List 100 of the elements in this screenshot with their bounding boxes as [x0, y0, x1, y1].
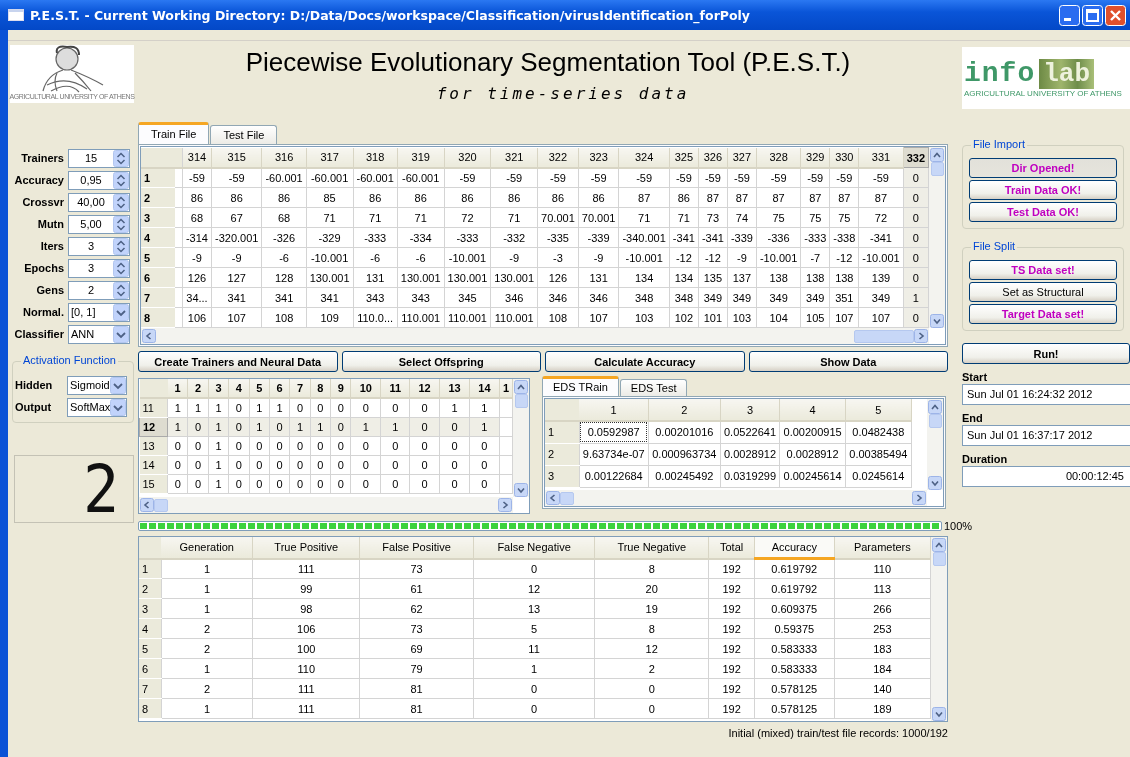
- tab[interactable]: Test File: [210, 125, 278, 144]
- column-header[interactable]: False Positive: [359, 537, 474, 559]
- column-header[interactable]: 317: [306, 147, 353, 168]
- scroll-down-icon[interactable]: [930, 314, 944, 328]
- action-button[interactable]: Train Data OK!: [969, 180, 1117, 200]
- tab[interactable]: Train File: [138, 122, 210, 144]
- column-header[interactable]: 323: [578, 147, 619, 168]
- caret-icon[interactable]: [110, 398, 127, 416]
- scroll-right-icon[interactable]: [498, 498, 512, 512]
- column-header[interactable]: Total: [708, 537, 755, 559]
- row-header[interactable]: 6: [139, 658, 161, 679]
- column-header[interactable]: 322: [537, 147, 579, 168]
- column-header[interactable]: False Negative: [473, 537, 595, 559]
- column-header[interactable]: 321: [490, 147, 538, 168]
- scroll-left-icon[interactable]: [546, 491, 560, 505]
- row-header[interactable]: 4: [139, 618, 161, 639]
- column-header[interactable]: 3: [208, 379, 229, 398]
- column-header[interactable]: Accuracy: [754, 537, 835, 559]
- column-header[interactable]: 7: [289, 379, 311, 398]
- row-header[interactable]: 3: [545, 465, 579, 487]
- column-header[interactable]: 3: [720, 399, 780, 421]
- row-header[interactable]: 1: [139, 558, 161, 579]
- scroll-right-icon[interactable]: [912, 491, 926, 505]
- tab[interactable]: EDS TRain: [542, 376, 619, 396]
- column-header[interactable]: Parameters: [834, 537, 931, 559]
- column-header[interactable]: 320: [444, 147, 491, 168]
- row-header[interactable]: 6: [141, 267, 176, 288]
- column-header[interactable]: 13: [439, 379, 470, 398]
- column-header[interactable]: 326: [698, 147, 728, 168]
- spin-box[interactable]: 5,00: [68, 214, 130, 234]
- row-header[interactable]: 3: [139, 598, 161, 619]
- scroll-thumb[interactable]: [930, 162, 944, 176]
- caret-icon[interactable]: [110, 376, 126, 394]
- scroll-up-icon[interactable]: [932, 538, 946, 552]
- row-header[interactable]: 2: [139, 578, 161, 599]
- row-header[interactable]: 7: [139, 678, 161, 699]
- run-button[interactable]: Run!: [962, 343, 1130, 364]
- column-header[interactable]: 11: [380, 379, 410, 398]
- column-header[interactable]: 10: [350, 379, 381, 398]
- spin-arrows-icon[interactable]: [113, 149, 129, 167]
- action-button[interactable]: Select Offspring: [341, 351, 541, 372]
- column-header[interactable]: 329: [800, 147, 830, 168]
- action-button[interactable]: Create Trainers and Neural Data: [138, 351, 338, 372]
- row-header[interactable]: 1: [545, 421, 579, 443]
- column-header[interactable]: 9: [330, 379, 351, 398]
- row-header[interactable]: 15: [139, 474, 168, 493]
- column-header[interactable]: True Positive: [252, 537, 360, 559]
- action-button[interactable]: TS Data set!: [969, 260, 1117, 280]
- scroll-down-icon[interactable]: [514, 483, 528, 497]
- scroll-thumb[interactable]: [928, 414, 942, 428]
- column-header[interactable]: 12: [409, 379, 440, 398]
- scroll-down-icon[interactable]: [932, 707, 946, 721]
- row-header[interactable]: 2: [545, 443, 579, 465]
- text-field[interactable]: Sun Jul 01 16:24:32 2012: [962, 384, 1130, 405]
- row-header[interactable]: 2: [141, 187, 176, 208]
- action-button[interactable]: Target Data set!: [969, 304, 1117, 324]
- dropdown[interactable]: [0, 1]: [68, 302, 130, 322]
- text-field[interactable]: 00:00:12:45: [962, 466, 1130, 487]
- column-header[interactable]: 1: [167, 379, 188, 398]
- column-header[interactable]: 8: [310, 379, 331, 398]
- action-button[interactable]: Calculate Accuracy: [545, 351, 745, 372]
- column-header[interactable]: 314: [182, 147, 212, 168]
- scroll-thumb[interactable]: [932, 552, 946, 566]
- column-header[interactable]: 315: [211, 147, 262, 168]
- vertical-scrollbar[interactable]: [513, 379, 529, 497]
- spin-arrows-icon[interactable]: [113, 259, 129, 277]
- column-header[interactable]: Generation: [161, 537, 253, 559]
- vertical-scrollbar[interactable]: [931, 537, 947, 721]
- spin-box[interactable]: 3: [68, 236, 130, 256]
- row-header[interactable]: 14: [139, 455, 168, 474]
- column-header[interactable]: 325: [669, 147, 699, 168]
- action-button[interactable]: Show Data: [748, 351, 948, 372]
- vertical-scrollbar[interactable]: [929, 147, 945, 328]
- spin-box[interactable]: 3: [68, 258, 130, 278]
- scroll-thumb[interactable]: [154, 498, 168, 512]
- column-header[interactable]: 316: [261, 147, 307, 168]
- row-header[interactable]: 8: [139, 698, 161, 719]
- minimize-icon[interactable]: [1059, 4, 1080, 26]
- caret-icon[interactable]: [113, 303, 129, 321]
- text-field[interactable]: Sun Jul 01 16:37:17 2012: [962, 425, 1130, 446]
- column-header[interactable]: 327: [727, 147, 757, 168]
- scroll-thumb[interactable]: [560, 491, 574, 505]
- action-button[interactable]: Dir Opened!: [969, 158, 1117, 178]
- column-header[interactable]: 318: [353, 147, 398, 168]
- row-header[interactable]: 8: [141, 307, 176, 328]
- column-header[interactable]: 4: [779, 399, 846, 421]
- row-header[interactable]: 11: [139, 398, 168, 417]
- vertical-scrollbar[interactable]: [927, 399, 943, 490]
- scroll-up-icon[interactable]: [514, 380, 528, 394]
- scroll-right-icon[interactable]: [914, 329, 928, 343]
- spin-box[interactable]: 15: [68, 148, 130, 168]
- scroll-down-icon[interactable]: [928, 476, 942, 490]
- scroll-up-icon[interactable]: [928, 400, 942, 414]
- row-header[interactable]: 4: [141, 227, 176, 248]
- horizontal-scrollbar[interactable]: [141, 328, 929, 344]
- column-header[interactable]: 332: [903, 147, 929, 168]
- spin-arrows-icon[interactable]: [113, 193, 129, 211]
- row-header[interactable]: 1: [141, 167, 176, 188]
- column-header[interactable]: 2: [187, 379, 209, 398]
- spin-box[interactable]: 0,95: [68, 170, 130, 190]
